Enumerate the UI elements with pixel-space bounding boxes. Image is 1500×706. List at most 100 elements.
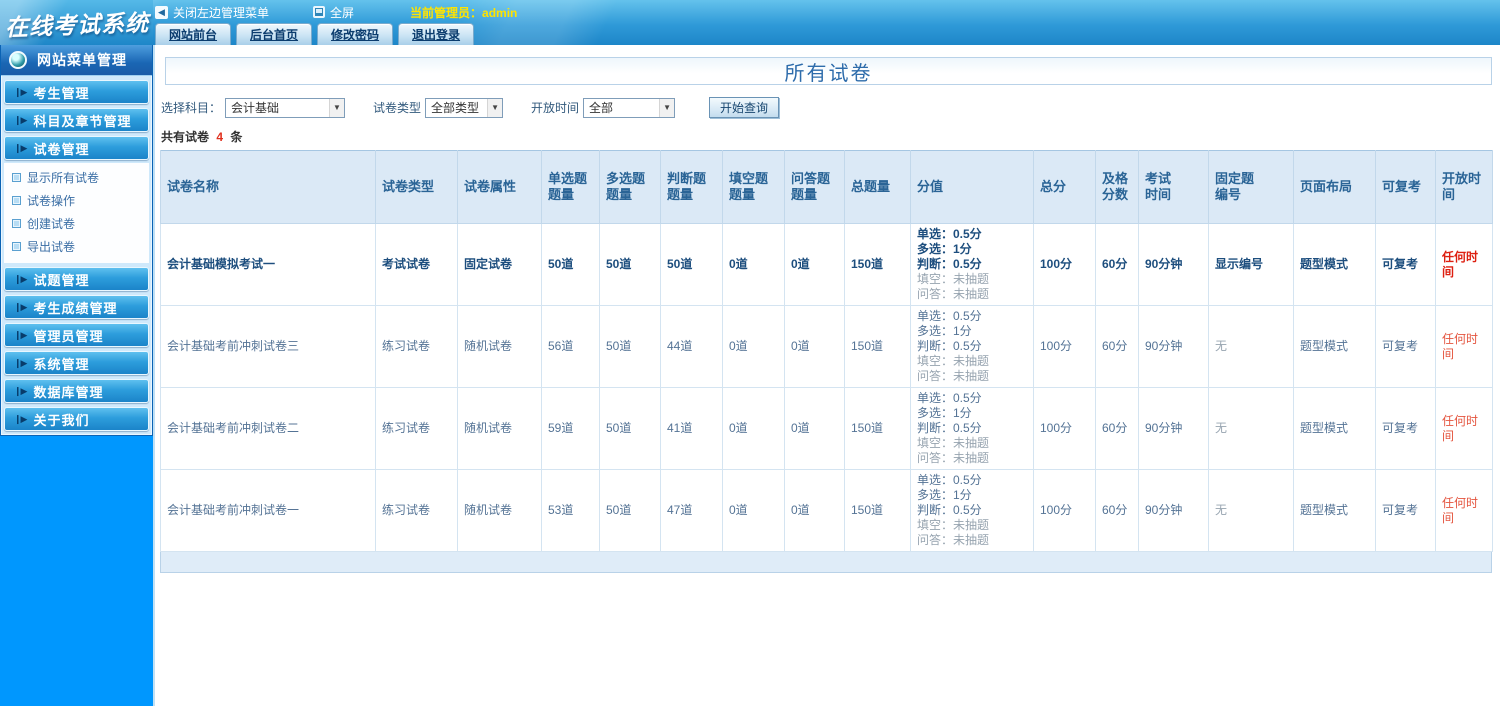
time-select[interactable]: 全部 ▼ xyxy=(583,97,676,118)
table-header-row: 试卷名称 试卷类型 试卷属性 单选题 题量 多选题 题量 判断题 题量 填空题 题量 问答题 … xyxy=(160,150,1493,224)
cell-judge: 47道 xyxy=(660,469,723,552)
sidebar-item-5[interactable]: ❙▶ 管理员管理 xyxy=(4,323,149,347)
cell-single: 56道 xyxy=(541,305,600,388)
type-filter-label: 试卷类型 xyxy=(373,101,422,115)
time-filter-label: 开放时间 xyxy=(531,101,580,115)
chevron-down-icon: ▼ xyxy=(487,98,503,117)
sidebar-item-label: 试题管理 xyxy=(33,272,90,288)
square-bullet-icon xyxy=(12,242,21,251)
sidebar-subitem-2[interactable]: 创建试卷 xyxy=(10,212,149,235)
chevron-down-icon: ▼ xyxy=(659,98,675,117)
query-button[interactable]: 开始查询 xyxy=(709,97,780,118)
cell-type: 练习试卷 xyxy=(375,387,458,470)
cell-name: 会计基础考前冲刺试卷一 xyxy=(160,469,376,552)
cell-layout: 题型模式 xyxy=(1293,305,1376,388)
tab-0[interactable]: 网站前台 xyxy=(155,23,232,45)
cell-judge: 41道 xyxy=(660,387,723,470)
count-prefix: 共有试卷 xyxy=(161,130,210,144)
sidebar-subitem-0[interactable]: 显示所有试卷 xyxy=(10,166,149,189)
cell-retake: 可复考 xyxy=(1375,387,1436,470)
sidebar-item-7[interactable]: ❙▶ 数据库管理 xyxy=(4,379,149,403)
title-box: 所有试卷 xyxy=(165,57,1492,85)
cell-judge: 50道 xyxy=(660,223,723,306)
menu-arrow-icon: ❙▶ xyxy=(14,114,28,125)
subject-select[interactable]: 会计基础 ▼ xyxy=(225,97,346,118)
tab-2[interactable]: 修改密码 xyxy=(317,23,394,45)
cell-type: 考试试卷 xyxy=(375,223,458,306)
type-select[interactable]: 全部类型 ▼ xyxy=(425,97,504,118)
cell-judge: 44道 xyxy=(660,305,723,388)
topbar: 在线考试系统 ◀ 关闭左边管理菜单 全屏 当前管理员：admin 网站前台 后台首… xyxy=(0,0,1500,45)
sidebar-item-label: 关于我们 xyxy=(33,412,90,428)
cell-score: 单选：0.5分 多选：1分 判断：0.5分 填空：未抽题 问答：未抽题 xyxy=(910,305,1034,388)
cell-fixed_no: 无 xyxy=(1208,305,1294,388)
current-admin-label: 当前管理员：admin xyxy=(410,5,518,20)
cell-pass_score: 60分 xyxy=(1095,469,1139,552)
subject-filter-label: 选择科目： xyxy=(161,101,222,115)
sidebar-item-8[interactable]: ❙▶ 关于我们 xyxy=(4,407,149,431)
back-arrow-icon: ◀ xyxy=(155,5,168,19)
menu-arrow-icon: ❙▶ xyxy=(14,329,28,340)
main-content: 所有试卷 选择科目： 会计基础 ▼ 试卷类型 全部类型 ▼ 开放时间 全部 ▼ … xyxy=(153,45,1500,706)
cell-open_time: 任何时间 xyxy=(1435,469,1493,552)
close-menu-button[interactable]: ◀ 关闭左边管理菜单 xyxy=(155,4,269,21)
sidebar-item-4[interactable]: ❙▶ 考生成绩管理 xyxy=(4,295,149,319)
cell-multi: 50道 xyxy=(599,469,661,552)
sidebar-item-2[interactable]: ❙▶ 试卷管理 xyxy=(4,136,149,160)
cell-time: 90分钟 xyxy=(1138,223,1209,306)
cell-single: 50道 xyxy=(541,223,600,306)
sidebar-item-6[interactable]: ❙▶ 系统管理 xyxy=(4,351,149,375)
column-header: 试卷名称 xyxy=(160,150,376,224)
tab-1[interactable]: 后台首页 xyxy=(236,23,313,45)
page-title: 所有试卷 xyxy=(784,62,873,85)
sidebar-subitem-1[interactable]: 试卷操作 xyxy=(10,189,149,212)
column-header: 固定题 编号 xyxy=(1208,150,1294,224)
cell-qa: 0道 xyxy=(784,305,845,388)
table-footer xyxy=(160,552,1492,573)
column-header: 考试 时间 xyxy=(1138,150,1209,224)
sidebar-item-label: 试卷管理 xyxy=(33,141,90,157)
column-header: 分值 xyxy=(910,150,1034,224)
sidebar-item-label: 系统管理 xyxy=(33,356,90,372)
cell-fixed_no: 无 xyxy=(1208,469,1294,552)
column-header: 开放时间 xyxy=(1435,150,1493,224)
column-header: 试卷类型 xyxy=(375,150,458,224)
cell-total_score: 100分 xyxy=(1033,305,1096,388)
sidebar-item-label: 数据库管理 xyxy=(33,384,104,400)
cell-retake: 可复考 xyxy=(1375,223,1436,306)
result-count: 共有试卷 4 条 xyxy=(161,128,1494,145)
cell-name: 会计基础模拟考试一 xyxy=(160,223,376,306)
cell-layout: 题型模式 xyxy=(1293,387,1376,470)
cell-single: 53道 xyxy=(541,469,600,552)
table-row: 会计基础考前冲刺试卷三 练习试卷 随机试卷 56道 50道 44道 0道 0道 150道 单选：0… xyxy=(160,305,1493,388)
cell-pass_score: 60分 xyxy=(1095,305,1139,388)
cell-qa: 0道 xyxy=(784,469,845,552)
column-header: 可复考 xyxy=(1375,150,1436,224)
logo-text: 在线考试系统 xyxy=(4,8,150,42)
fullscreen-button[interactable]: 全屏 xyxy=(313,4,354,21)
sidebar-title: 网站菜单管理 xyxy=(37,52,127,68)
sidebar-subitem-3[interactable]: 导出试卷 xyxy=(10,235,149,258)
sidebar-item-3[interactable]: ❙▶ 试题管理 xyxy=(4,267,149,291)
cell-pass_score: 60分 xyxy=(1095,387,1139,470)
sidebar-subitem-label: 导出试卷 xyxy=(27,240,76,254)
cell-retake: 可复考 xyxy=(1375,469,1436,552)
sidebar-item-0[interactable]: ❙▶ 考生管理 xyxy=(4,80,149,104)
column-header: 总题量 xyxy=(844,150,911,224)
logo: 在线考试系统 xyxy=(0,0,153,45)
cell-attr: 随机试卷 xyxy=(457,469,542,552)
sidebar-header: 网站菜单管理 xyxy=(1,45,152,76)
cell-total_score: 100分 xyxy=(1033,469,1096,552)
table-row: 会计基础模拟考试一 考试试卷 固定试卷 50道 50道 50道 0道 0道 150道 单选：0.5… xyxy=(160,223,1493,306)
tab-3[interactable]: 退出登录 xyxy=(398,23,475,45)
cell-multi: 50道 xyxy=(599,387,661,470)
menu-arrow-icon: ❙▶ xyxy=(14,413,28,424)
cell-blank: 0道 xyxy=(722,469,785,552)
time-select-value: 全部 xyxy=(589,101,614,115)
cell-total: 150道 xyxy=(844,469,911,552)
type-select-value: 全部类型 xyxy=(431,101,480,115)
column-header: 及格 分数 xyxy=(1095,150,1139,224)
cell-total_score: 100分 xyxy=(1033,387,1096,470)
cell-retake: 可复考 xyxy=(1375,305,1436,388)
sidebar-item-1[interactable]: ❙▶ 科目及章节管理 xyxy=(4,108,149,132)
